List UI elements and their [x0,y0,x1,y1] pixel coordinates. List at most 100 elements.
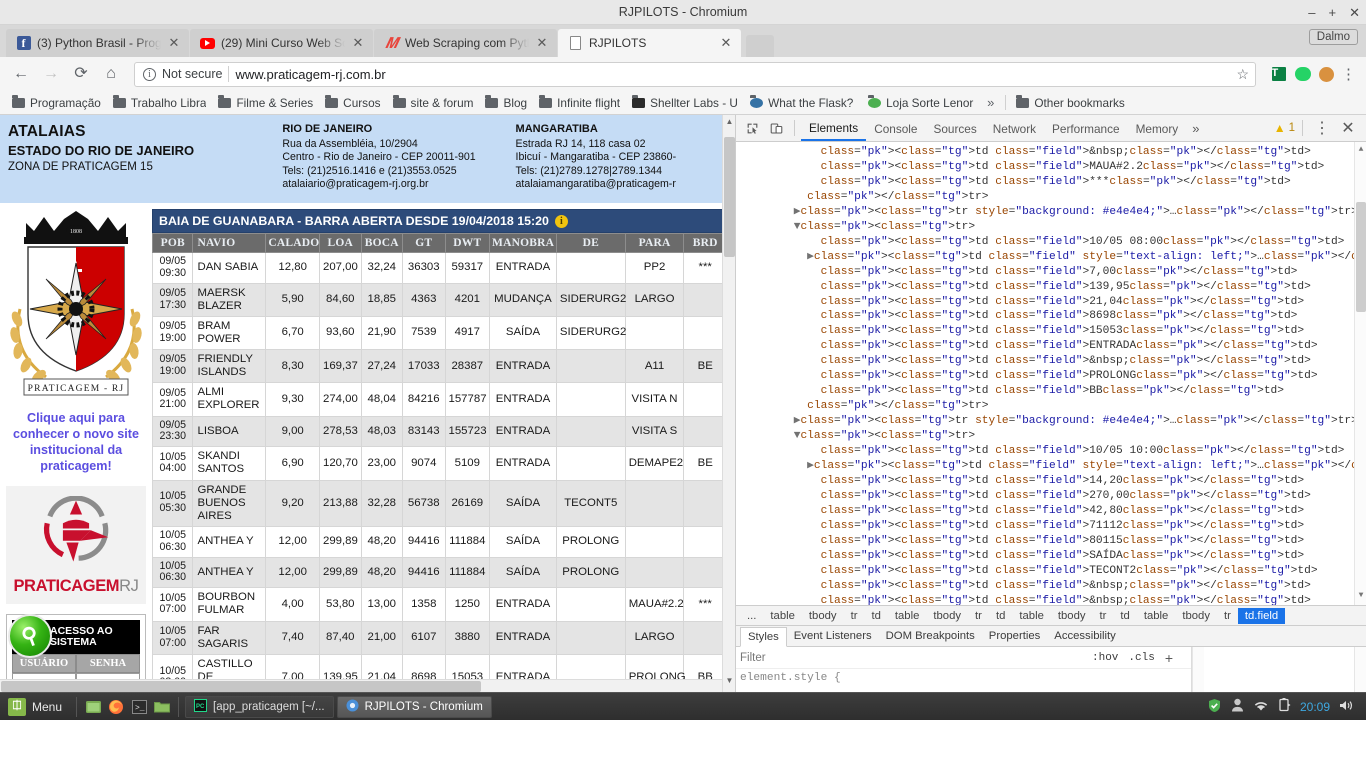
close-icon[interactable]: ✕ [167,35,181,51]
profile-button[interactable]: Dalmo [1308,29,1358,45]
scroll-thumb[interactable] [1,681,481,692]
wifi-icon[interactable] [1253,699,1269,715]
table-row[interactable]: 09/05 19:00 FRIENDLY ISLANDS 8,30 169,37 27,2… [151,349,727,384]
dom-line[interactable]: class="pk"><class="tg">td class="field">… [736,160,1366,175]
dom-line[interactable]: class="pk"><class="tg">td class="field">… [736,519,1366,534]
new-style-rule-icon[interactable]: + [1165,650,1173,666]
subtab-styles[interactable]: Styles [740,627,787,647]
dom-line[interactable]: class="pk"><class="tg">td class="field">… [736,265,1366,280]
breadcrumb-item[interactable]: ... [740,608,763,624]
dom-line[interactable]: ▶class="pk"><class="tg">tr style="backgr… [736,414,1366,429]
dom-line[interactable]: class="pk"></class="tg">tr> [736,190,1366,205]
home-button[interactable]: ⌂ [98,61,124,87]
warning-badge[interactable]: ▲ 1 [1274,121,1295,135]
new-site-cta-link[interactable]: Clique aqui para conhecer o novo site in… [6,410,146,474]
dom-line[interactable]: class="pk"><class="tg">td class="field">… [736,444,1366,459]
bookmark-item-5[interactable]: Blog [479,94,533,112]
hov-toggle[interactable]: :hov [1092,652,1118,664]
dom-line[interactable]: class="pk"><class="tg">td class="field">… [736,175,1366,190]
dom-line[interactable]: class="pk"><class="tg">td class="field">… [736,354,1366,369]
styles-filter-input[interactable]: Filter [740,652,1092,664]
breadcrumb-item[interactable]: tr [1217,608,1238,624]
breadcrumb-item[interactable]: tr [968,608,989,624]
column-header-gt[interactable]: GT [402,233,446,253]
close-icon[interactable]: ✕ [535,35,549,51]
breadcrumb-item[interactable]: tbody [926,608,968,624]
scroll-up-arrow[interactable]: ▲ [723,117,735,131]
table-row[interactable]: 09/05 21:00 ALMI EXPLORER 9,30 274,00 48,04 84… [151,382,727,417]
dom-tree-scrollbar[interactable]: ▲ ▼ [1354,142,1366,606]
table-row[interactable]: 10/05 06:30 ANTHEA Y 12,00 299,89 48,20 94416 1… [151,525,727,558]
dom-line[interactable]: ▼class="pk"><class="tg">tr> [736,429,1366,444]
taskbar-clock[interactable]: 20:09 [1300,700,1330,714]
column-header-boca[interactable]: BOCA [360,233,403,253]
column-header-calado[interactable]: CALADO [265,233,320,253]
cookie-extension-icon[interactable] [1318,66,1335,83]
browser-tab-0[interactable]: f (3) Python Brasil - Progr ✕ [6,29,189,57]
table-row[interactable]: 10/05 07:00 FAR SAGARIS 7,40 87,40 21,00 6107 3… [151,620,727,655]
breadcrumb-item[interactable]: td [989,608,1012,624]
column-header-brd[interactable]: BRD [683,233,727,253]
scroll-up-arrow[interactable]: ▲ [1355,143,1366,158]
column-header-para[interactable]: PARA [624,233,685,253]
bookmark-item-7[interactable]: Shellter Labs - Um lu [626,94,744,112]
scroll-down-arrow[interactable]: ▼ [1355,589,1366,604]
table-row[interactable]: 10/05 07:00 BOURBON FULMAR 4,00 53,80 13,00 13… [151,587,727,622]
styles-scrollbar-left[interactable] [1192,647,1204,692]
chat-extension-icon[interactable] [1294,66,1311,83]
dom-line[interactable]: class="pk"><class="tg">td class="field">… [736,309,1366,324]
bookmark-item-4[interactable]: site & forum [387,94,480,112]
page-horizontal-scrollbar[interactable] [0,679,722,692]
dom-line[interactable]: class="pk"></class="tg">tr> [736,399,1366,414]
dom-line[interactable]: class="pk"><class="tg">td class="field">… [736,579,1366,594]
table-row[interactable]: 10/05 05:30 GRANDE BUENOS AIRES 9,20 213,88 3… [151,479,727,527]
bookmark-star-icon[interactable]: ☆ [1236,66,1249,83]
dom-line[interactable]: class="pk"><class="tg">td class="field">… [736,489,1366,504]
bookmark-item-3[interactable]: Cursos [319,94,386,112]
cls-toggle[interactable]: .cls [1128,652,1154,664]
shield-icon[interactable] [1207,698,1222,716]
reload-button[interactable]: ⟳ [68,61,94,87]
breadcrumb-item[interactable]: td [1113,608,1136,624]
column-header-pob[interactable]: POB [151,233,194,253]
breadcrumb-item[interactable]: table [1012,608,1051,624]
taskbar-window-pycharm[interactable]: PC [app_praticagem [~/... [185,695,334,718]
bookmark-item-0[interactable]: Programação [6,94,107,112]
dom-line[interactable]: class="pk"><class="tg">td class="field">… [736,145,1366,160]
devtools-tab-console[interactable]: Console [866,115,925,141]
close-icon[interactable]: ✕ [351,35,365,51]
breadcrumb-item[interactable]: tr [1093,608,1114,624]
taskbar-window-chromium[interactable]: RJPILOTS - Chromium [336,695,492,718]
new-tab-button[interactable] [746,35,774,57]
dom-line[interactable]: class="pk"><class="tg">td class="field">… [736,384,1366,399]
browser-tab-2[interactable]: 𝑴 Web Scraping com Pyth ✕ [374,29,557,57]
subtab-event-listeners[interactable]: Event Listeners [787,627,879,645]
show-desktop-icon[interactable] [83,697,103,717]
dom-line[interactable]: ▶class="pk"><class="tg">td class="field"… [736,250,1366,265]
dom-line[interactable]: class="pk"><class="tg">td class="field">… [736,339,1366,354]
browser-tab-1[interactable]: (29) Mini Curso Web Scr ✕ [190,29,373,57]
dom-line[interactable]: ▶class="pk"><class="tg">td class="field"… [736,459,1366,474]
dom-line[interactable]: class="pk"><class="tg">td class="field">… [736,235,1366,250]
column-header-manobra[interactable]: MANOBRA [489,233,557,253]
table-row[interactable]: 09/05 23:30 LISBOA 9,00 278,53 48,03 83143 1557… [151,415,727,448]
subtab-dom-breakpoints[interactable]: DOM Breakpoints [879,627,982,645]
bookmark-item-9[interactable]: Loja Sorte Lenormar [862,94,980,112]
dom-line[interactable]: class="pk"><class="tg">td class="field">… [736,549,1366,564]
styles-scrollbar-right[interactable] [1354,647,1366,692]
dom-line[interactable]: class="pk"><class="tg">td class="field">… [736,369,1366,384]
bookmark-item-2[interactable]: Filme & Series [212,94,319,112]
dom-tree[interactable]: class="pk"><class="tg">td class="field">… [736,142,1366,606]
scroll-thumb[interactable] [1356,202,1366,312]
other-bookmarks-button[interactable]: Other bookmarks [1010,94,1130,112]
devtools-tab-memory[interactable]: Memory [1128,115,1187,141]
device-toolbar-icon[interactable] [764,117,788,139]
breadcrumb-item[interactable]: tr [844,608,865,624]
page-vertical-scrollbar[interactable]: ▲ ▼ [722,115,735,692]
inspect-element-icon[interactable] [740,117,764,139]
breadcrumb-item[interactable]: table [1137,608,1176,624]
breadcrumb-item[interactable]: tbody [802,608,844,624]
subtab-properties[interactable]: Properties [982,627,1048,645]
devtools-tab-network[interactable]: Network [985,115,1044,141]
devtools-settings-icon[interactable]: ⋮ [1310,117,1334,139]
